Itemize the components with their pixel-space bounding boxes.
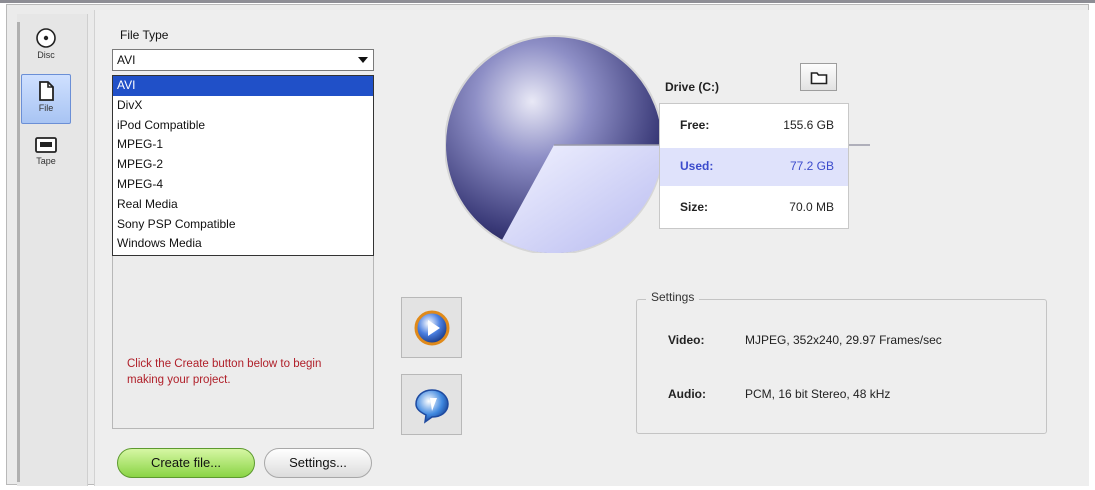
- drive-stat-label: Size:: [680, 200, 709, 214]
- file-type-dropdown-list: AVI DivX iPod Compatible MPEG-1 MPEG-2 M…: [112, 75, 374, 256]
- dropdown-option-divx[interactable]: DivX: [113, 96, 373, 116]
- tape-icon: [35, 137, 57, 153]
- tab-tape[interactable]: Tape: [21, 130, 71, 180]
- browse-folder-button[interactable]: [800, 63, 837, 91]
- dropdown-option-mpeg1[interactable]: MPEG-1: [113, 135, 373, 155]
- drive-title: Drive (C:): [665, 80, 720, 94]
- tab-disc-label: Disc: [37, 50, 55, 60]
- dropdown-option-sony-psp[interactable]: Sony PSP Compatible: [113, 215, 373, 235]
- media-player-icon: [414, 310, 449, 345]
- chevron-down-icon[interactable]: [355, 52, 371, 68]
- video-label: Video:: [668, 333, 705, 347]
- create-file-button[interactable]: Create file...: [117, 448, 255, 478]
- real-player-icon: [414, 388, 449, 424]
- drive-stat-value: 77.2 GB: [789, 159, 834, 173]
- dropdown-option-ipod[interactable]: iPod Compatible: [113, 116, 373, 136]
- folder-icon: [810, 71, 827, 84]
- tab-disc[interactable]: Disc: [21, 22, 71, 72]
- disc-icon: [36, 28, 56, 48]
- drive-stat-label: Free:: [680, 118, 710, 132]
- dropdown-option-mpeg4[interactable]: MPEG-4: [113, 175, 373, 195]
- file-type-label: File Type: [120, 28, 169, 42]
- tab-file[interactable]: File: [21, 74, 71, 124]
- create-hint-text: Click the Create button below to begin m…: [127, 358, 322, 386]
- sidebar-divider: [17, 22, 20, 482]
- video-value: MJPEG, 352x240, 29.97 Frames/sec: [745, 333, 942, 347]
- dropdown-option-real-media[interactable]: Real Media: [113, 195, 373, 215]
- drive-stat-size: Size: 70.0 MB: [660, 189, 848, 227]
- tab-file-label: File: [38, 103, 54, 113]
- realplayer-button[interactable]: [401, 374, 462, 435]
- drive-stat-value: 155.6 GB: [783, 118, 834, 132]
- file-type-select[interactable]: AVI: [112, 49, 374, 71]
- drive-stat-value: 70.0 MB: [789, 200, 834, 214]
- file-options-box: [112, 256, 374, 429]
- settings-groupbox: [636, 299, 1047, 434]
- preview-play-button[interactable]: [401, 297, 462, 358]
- file-type-selected-value: AVI: [117, 53, 136, 67]
- audio-label: Audio:: [668, 387, 706, 401]
- tab-tape-label: Tape: [36, 156, 56, 166]
- drive-stat-used: Used: 77.2 GB: [660, 148, 848, 186]
- audio-value: PCM, 16 bit Stereo, 48 kHz: [745, 387, 891, 401]
- settings-group-title: Settings: [646, 290, 700, 304]
- settings-button[interactable]: Settings...: [264, 448, 372, 478]
- file-icon: [39, 81, 54, 101]
- dropdown-option-mpeg2[interactable]: MPEG-2: [113, 155, 373, 175]
- drive-stat-label: Used:: [680, 159, 714, 173]
- dropdown-option-avi[interactable]: AVI: [113, 76, 373, 96]
- sidebar: Disc File Tape: [17, 14, 88, 486]
- drive-stats-table: Free: 155.6 GB Used: 77.2 GB Size: 70.0 …: [659, 103, 849, 229]
- drive-stat-free: Free: 155.6 GB: [660, 107, 848, 145]
- dropdown-option-windows-media[interactable]: Windows Media: [113, 234, 373, 254]
- window-top-border: [0, 0, 1095, 3]
